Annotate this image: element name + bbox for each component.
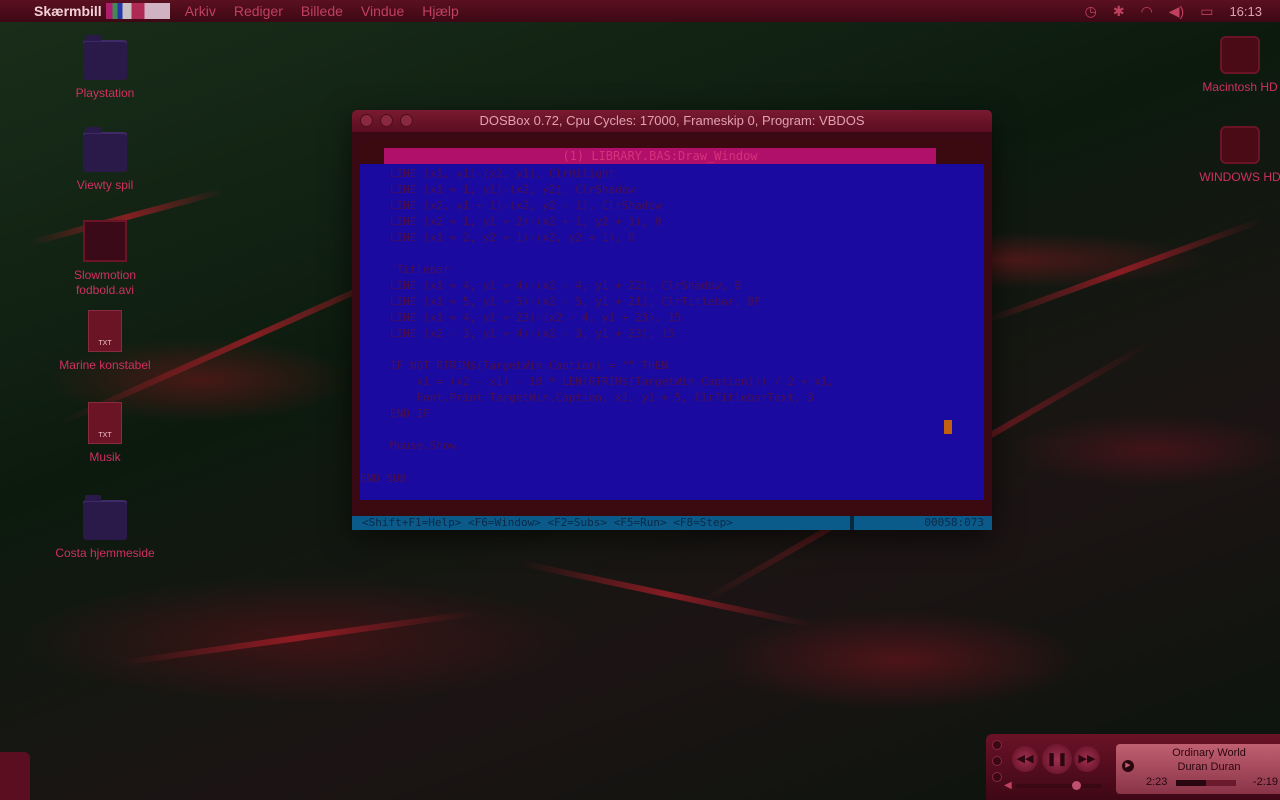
pause-button[interactable]: ❚❚: [1042, 744, 1072, 774]
desktop-icon-label: Musik: [89, 450, 121, 464]
desktop-icon-windows-hd[interactable]: WINDOWS HD: [1180, 126, 1280, 184]
desktop-icon-label: Playstation: [75, 86, 135, 100]
volume-icon[interactable]: ◀): [1169, 3, 1184, 20]
progress-fill: [1176, 780, 1206, 786]
desktop-icon-label: Macintosh HD: [1202, 80, 1278, 94]
desktop-icon-slowmotion[interactable]: Slowmotion fodbold.avi: [45, 220, 165, 298]
text-file-icon: TXT: [88, 402, 122, 444]
player-minimize-button[interactable]: [992, 756, 1002, 766]
code-editor[interactable]: LINE (x1, y1)-(x2, y1), ClrHilight LINE …: [360, 164, 984, 500]
menu-billede[interactable]: Billede: [292, 3, 352, 19]
menu-vindue[interactable]: Vindue: [352, 3, 413, 19]
editor-status-bar: <Shift+F1=Help> <F6=Window> <F2=Subs> <F…: [352, 516, 992, 530]
volume-slider[interactable]: [1016, 781, 1102, 790]
desktop-icon-costa-hjemmeside[interactable]: Costa hjemmeside: [45, 495, 165, 560]
menu-glitch-artifact: [105, 3, 170, 19]
desktop-icon-label: Slowmotion fodbold.avi: [73, 268, 137, 297]
battery-icon[interactable]: ▭: [1200, 3, 1213, 20]
song-title: Ordinary World: [1172, 747, 1246, 759]
zoom-button[interactable]: [400, 114, 413, 127]
player-close-button[interactable]: [992, 740, 1002, 750]
volume-low-icon: ◀: [1004, 780, 1012, 791]
left-edge-widget: [0, 752, 30, 800]
next-track-button[interactable]: ▶▶: [1074, 746, 1100, 772]
status-separator: [850, 516, 854, 530]
window-titlebar[interactable]: DOSBox 0.72, Cpu Cycles: 17000, Frameski…: [352, 110, 992, 132]
video-file-icon: [83, 220, 127, 262]
desktop-icon-label: Marine konstabel: [59, 358, 151, 372]
menu-arkiv[interactable]: Arkiv: [176, 3, 225, 19]
menu-extras: ◷ ✱ ◠ ◀) ▭ 16:13: [1085, 0, 1280, 22]
progress-bar[interactable]: [1176, 780, 1236, 786]
desktop-icon-playstation[interactable]: Playstation: [45, 35, 165, 100]
song-artist: Duran Duran: [1177, 761, 1241, 773]
time-machine-icon[interactable]: ◷: [1085, 3, 1097, 20]
desktop-icon-musik[interactable]: TXT Musik: [45, 402, 165, 464]
editor-title: (1) LIBRARY.BAS:Draw_Window: [384, 148, 936, 164]
text-cursor: [944, 420, 952, 434]
elapsed-time: 2:23: [1146, 776, 1168, 788]
code-text: LINE (x1, y1)-(x2, y1), ClrHilight LINE …: [390, 167, 834, 452]
itunes-mini-player[interactable]: ◀◀ ❚❚ ▶▶ ◀ ▶ Ordinary World Duran Duran …: [986, 734, 1280, 800]
folder-icon: [83, 495, 127, 540]
remaining-time: -2:19: [1252, 776, 1278, 788]
menu-clock[interactable]: 16:13: [1229, 4, 1262, 19]
window-title: DOSBox 0.72, Cpu Cycles: 17000, Frameski…: [479, 113, 865, 128]
menu-hjaelp[interactable]: Hjælp: [413, 3, 468, 19]
desktop-icon-viewty-spil[interactable]: Viewty spil: [45, 127, 165, 192]
text-file-icon: TXT: [88, 310, 122, 352]
dos-screen[interactable]: (1) LIBRARY.BAS:Draw_Window LINE (x1, y1…: [360, 140, 984, 530]
end-sub-line: END SUB: [360, 472, 407, 485]
desktop-icon-label: Viewty spil: [76, 178, 134, 192]
play-indicator-icon: ▶: [1122, 760, 1134, 772]
desktop-icon-marine-konstabel[interactable]: TXT Marine konstabel: [45, 310, 165, 372]
app-menu[interactable]: Skærmbill: [30, 3, 106, 19]
folder-icon: [83, 127, 127, 172]
desktop-icon-macintosh-hd[interactable]: Macintosh HD: [1180, 36, 1280, 94]
folder-icon: [83, 35, 127, 80]
now-playing-display: ▶ Ordinary World Duran Duran 2:23 -2:19: [1116, 744, 1280, 794]
hard-disk-icon: [1220, 126, 1260, 164]
desktop-icon-label: Costa hjemmeside: [55, 546, 155, 560]
hard-disk-icon: [1220, 36, 1260, 74]
desktop-icon-label: WINDOWS HD: [1199, 170, 1280, 184]
menu-bar: Skærmbill Arkiv Rediger Billede Vindue H…: [0, 0, 1280, 22]
minimize-button[interactable]: [380, 114, 393, 127]
dosbox-window[interactable]: DOSBox 0.72, Cpu Cycles: 17000, Frameski…: [352, 110, 992, 530]
close-button[interactable]: [360, 114, 373, 127]
volume-knob[interactable]: [1072, 781, 1082, 790]
cursor-position: 00058:073: [924, 516, 984, 529]
bluetooth-icon[interactable]: ✱: [1113, 3, 1125, 20]
previous-track-button[interactable]: ◀◀: [1012, 746, 1038, 772]
player-zoom-button[interactable]: [992, 772, 1002, 782]
menu-rediger[interactable]: Rediger: [225, 3, 292, 19]
status-keys: <Shift+F1=Help> <F6=Window> <F2=Subs> <F…: [362, 516, 733, 529]
wifi-icon[interactable]: ◠: [1141, 3, 1153, 20]
